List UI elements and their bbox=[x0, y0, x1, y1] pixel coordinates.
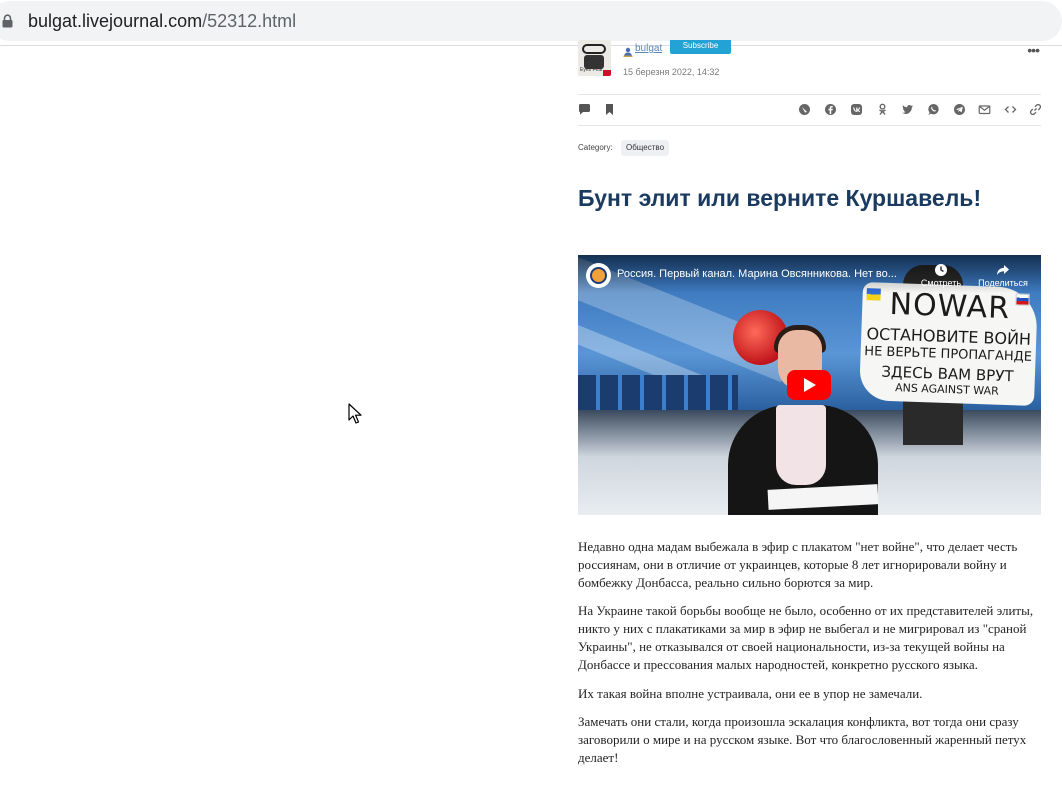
play-icon bbox=[804, 378, 816, 392]
author-row: Eyes Fear bulgat Subscribe 15 березня 20… bbox=[578, 40, 1041, 94]
whatsapp-icon[interactable] bbox=[927, 103, 940, 116]
avatar-glasses-shape bbox=[582, 44, 606, 54]
livejournal-share-icon[interactable] bbox=[798, 103, 811, 116]
watch-later-label: Смотреть bbox=[920, 278, 962, 288]
facebook-icon[interactable] bbox=[824, 103, 837, 116]
post-body: Недавно одна мадам выбежала в эфир с пла… bbox=[578, 538, 1041, 778]
post-date: 15 березня 2022, 14:32 bbox=[623, 67, 720, 77]
channel-logo[interactable] bbox=[586, 263, 611, 288]
avatar-tagline: Eyes Fear bbox=[580, 67, 603, 73]
category-label: Category: bbox=[578, 143, 613, 152]
paragraph: Недавно одна мадам выбежала в эфир с пла… bbox=[578, 539, 1018, 590]
email-icon[interactable] bbox=[978, 103, 991, 116]
avatar-accent bbox=[603, 70, 611, 76]
watch-later-button[interactable]: Смотреть bbox=[918, 263, 964, 288]
avatar[interactable]: Eyes Fear bbox=[578, 40, 611, 76]
youtube-embed[interactable]: NOWAR ОСТАНОВИТЕ ВОЙН НЕ ВЕРЬТЕ ПРОПАГАН… bbox=[578, 255, 1041, 515]
mouse-cursor-icon bbox=[348, 403, 362, 424]
url-host: bulgat.livejournal.com bbox=[28, 11, 203, 31]
lock-icon[interactable] bbox=[2, 14, 13, 28]
copy-link-icon[interactable] bbox=[1029, 103, 1042, 116]
url-text[interactable]: bulgat.livejournal.com/52312.html bbox=[28, 11, 296, 32]
share-button[interactable]: Поделиться bbox=[976, 263, 1030, 288]
play-button[interactable] bbox=[787, 370, 831, 400]
paragraph: Замечать они стали, когда произошла эска… bbox=[578, 714, 1027, 765]
share-arrow-icon bbox=[997, 265, 1009, 275]
odnoklassniki-icon[interactable] bbox=[876, 103, 889, 116]
comment-icon[interactable] bbox=[578, 103, 591, 116]
omnibox[interactable]: bulgat.livejournal.com/52312.html bbox=[0, 1, 1062, 41]
clock-icon bbox=[935, 264, 947, 276]
category-tag[interactable]: Общество bbox=[621, 140, 670, 156]
user-icon bbox=[623, 44, 633, 57]
browser-address-bar: bulgat.livejournal.com/52312.html bbox=[0, 0, 1062, 46]
channel-emblem-icon bbox=[590, 267, 607, 284]
author-link[interactable]: bulgat bbox=[635, 43, 662, 54]
share-label: Поделиться bbox=[978, 278, 1028, 288]
protest-poster: NOWAR ОСТАНОВИТЕ ВОЙН НЕ ВЕРЬТЕ ПРОПАГАН… bbox=[858, 281, 1039, 407]
bookmark-icon[interactable] bbox=[603, 103, 616, 116]
post-toolbar bbox=[578, 94, 1042, 126]
post-title: Бунт элит или верните Куршавель! bbox=[578, 185, 982, 211]
twitter-icon[interactable] bbox=[901, 103, 914, 116]
embed-code-icon[interactable] bbox=[1004, 103, 1017, 116]
subscribe-button[interactable]: Subscribe bbox=[670, 40, 731, 54]
anchor-shirt-shape bbox=[776, 405, 826, 485]
url-path: /52312.html bbox=[202, 11, 297, 31]
paragraph: На Украине такой борьбы вообще не было, … bbox=[578, 603, 1034, 672]
vk-icon[interactable] bbox=[850, 103, 863, 116]
more-options-icon[interactable]: ••• bbox=[1027, 42, 1040, 58]
video-title[interactable]: Россия. Первый канал. Марина Овсянникова… bbox=[617, 268, 897, 280]
telegram-icon[interactable] bbox=[953, 103, 966, 116]
paragraph: Их такая война вполне устраивала, они ее… bbox=[578, 685, 923, 701]
studio-screens-shape bbox=[578, 375, 738, 415]
